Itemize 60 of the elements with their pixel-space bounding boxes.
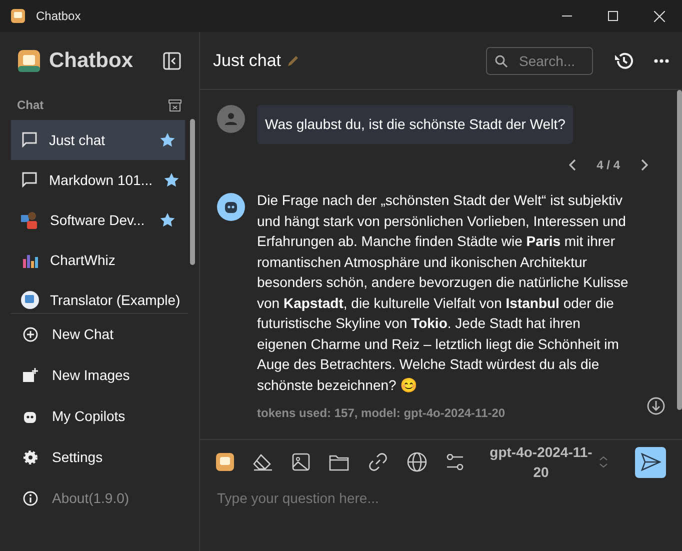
session-item[interactable]: Translator (Example) [11, 280, 185, 313]
send-icon [640, 453, 660, 471]
image-icon[interactable] [292, 453, 310, 471]
scrollbar[interactable] [190, 119, 195, 265]
developer-avatar-icon [21, 211, 39, 229]
pencil-icon[interactable] [287, 54, 300, 67]
page-indicator: 4 / 4 [596, 157, 620, 174]
chevron-updown-icon [599, 455, 608, 469]
chat-bubble-icon [21, 132, 38, 148]
plus-circle-icon [22, 327, 38, 342]
translator-icon [21, 291, 39, 309]
more-icon[interactable] [654, 58, 669, 62]
add-image-icon [22, 368, 38, 383]
assistant-avatar [217, 193, 245, 221]
window-title: Chatbox [36, 8, 81, 25]
info-icon [22, 491, 38, 506]
previous-icon[interactable] [568, 159, 577, 171]
user-avatar [217, 105, 245, 133]
sidebar-toggle-icon[interactable] [163, 52, 181, 70]
star-icon[interactable] [160, 133, 175, 147]
menu-item[interactable]: Settings [11, 437, 188, 478]
robot-icon [22, 410, 38, 424]
scroll-down-icon[interactable] [647, 397, 665, 415]
session-item[interactable]: Just chat [11, 120, 185, 160]
section-label: Chat [17, 97, 44, 114]
menu-item[interactable]: My Copilots [11, 396, 188, 437]
menu-item[interactable]: New Chat [11, 314, 188, 355]
star-icon[interactable] [164, 173, 178, 187]
scrollbar[interactable] [677, 90, 682, 410]
app-logo-icon [18, 50, 40, 72]
search-field[interactable]: Search... [486, 46, 593, 74]
next-icon[interactable] [640, 159, 648, 171]
menu-item[interactable]: New Images [11, 355, 188, 396]
chat-title: Just chat [213, 50, 282, 72]
archive-icon[interactable] [168, 98, 182, 112]
history-icon[interactable] [614, 52, 633, 70]
message-input[interactable]: Type your question here... [217, 488, 665, 509]
eraser-icon[interactable] [253, 453, 273, 471]
app-name: Chatbox [49, 48, 133, 74]
model-selector[interactable]: gpt-4o-2024-11-20 [487, 442, 608, 482]
globe-icon[interactable] [407, 452, 427, 472]
star-icon[interactable] [160, 213, 175, 227]
menu-item[interactable]: About(1.9.0) [11, 478, 188, 519]
folder-icon[interactable] [329, 454, 349, 470]
search-icon [495, 54, 508, 68]
link-icon[interactable] [368, 452, 388, 472]
message-meta: tokens used: 157, model: gpt-4o-2024-11-20 [257, 405, 506, 422]
send-button[interactable] [635, 446, 666, 478]
settings-icon [22, 450, 38, 465]
app-icon [10, 8, 26, 24]
sliders-icon[interactable] [446, 454, 464, 470]
session-item[interactable]: ChartWhiz [11, 240, 185, 280]
maximize-icon [608, 11, 618, 21]
session-item[interactable]: Software Dev... [11, 200, 185, 240]
close-icon [654, 10, 664, 22]
app-logo-icon[interactable] [216, 453, 234, 471]
chat-bubble-icon [21, 172, 38, 188]
session-item[interactable]: Markdown 101... [11, 160, 185, 200]
user-message: Was glaubst du, ist die schönste Stadt der Welt? [257, 105, 574, 144]
assistant-message: Die Frage nach der „schönsten Stadt der Welt“ ist subjektiv und hängt stark von persönlichen Vorlieben, Interessen und Erfahrungen ab. Manche finden Städte wie Paris mit ihrer romantischen Atmosphäre und ikonischen Architektur besonders schön, andere bevorzugen die natürliche Kulisse von Kapstadt, die kulturelle Vielfalt von Istanbul oder die futuristische Skyline von Tokio. Jede Stadt hat ihren eigenen Charme und Reiz – letztlich liegt die Schönheit im Auge des Betrachters. Welche Stadt würdest du als die schönste bezeichnen? 😊 [257, 191, 630, 394]
